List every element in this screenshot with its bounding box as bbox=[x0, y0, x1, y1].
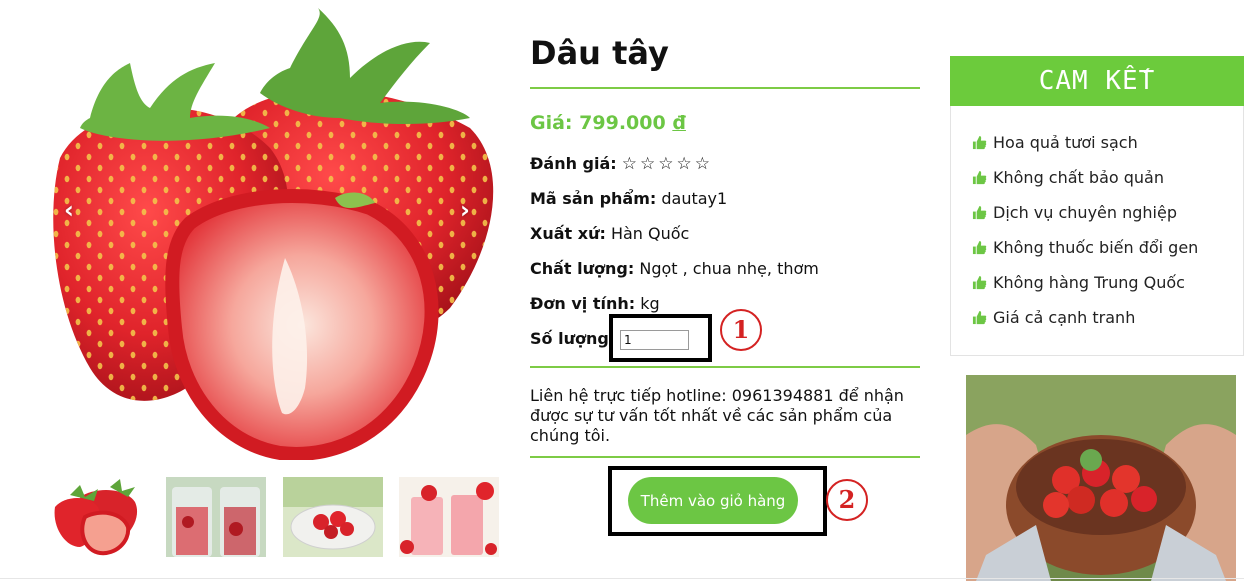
quality-row: Chất lượng: Ngọt , chua nhẹ, thơm bbox=[530, 259, 819, 278]
unit-row: Đơn vị tính: kg bbox=[530, 294, 660, 313]
annotation-box-quantity bbox=[609, 314, 712, 362]
annotation-marker-1: 1 bbox=[720, 309, 762, 351]
unit-label: Đơn vị tính: bbox=[530, 294, 636, 313]
price-label: Giá: bbox=[530, 112, 573, 134]
bottom-divider bbox=[0, 578, 1244, 579]
annotation-marker-2: 2 bbox=[826, 479, 868, 521]
thumbnail-strawberry-bowl[interactable] bbox=[283, 477, 383, 557]
rating-stars[interactable]: ☆☆☆☆☆ bbox=[622, 154, 713, 174]
unit-value: kg bbox=[640, 294, 660, 313]
quantity-divider bbox=[530, 366, 920, 368]
commitment-item: Hoa quả tươi sạch bbox=[972, 133, 1138, 152]
quantity-row: Số lượng bbox=[530, 329, 609, 348]
commitment-item: Không thuốc biến đổi gen bbox=[972, 238, 1198, 257]
rating-label: Đánh giá: bbox=[530, 154, 617, 173]
origin-label: Xuất xứ: bbox=[530, 224, 606, 243]
annotation-box-cart bbox=[608, 466, 827, 536]
price-value: 799.000 bbox=[579, 112, 666, 134]
tomato-bowl-banner[interactable] bbox=[966, 375, 1236, 581]
sku-row: Mã sản phẩm: dautay1 bbox=[530, 189, 727, 208]
commitment-item-label: Không thuốc biến đổi gen bbox=[993, 238, 1199, 257]
hotline-text: Liên hệ trực tiếp hotline: 0961394881 để… bbox=[530, 386, 904, 445]
product-title: Dâu tây bbox=[530, 34, 669, 72]
thumbnail-strip bbox=[50, 477, 500, 557]
rating-row: Đánh giá: ☆☆☆☆☆ bbox=[530, 154, 713, 174]
gallery-prev-arrow[interactable]: ‹ bbox=[64, 196, 74, 224]
commitment-title: CAM KẾT bbox=[950, 56, 1244, 106]
commitment-item-label: Hoa quả tươi sạch bbox=[993, 133, 1138, 152]
product-price: Giá: 799.000 đ bbox=[530, 112, 686, 134]
thumbs-up-icon bbox=[972, 205, 987, 220]
title-divider bbox=[530, 87, 920, 89]
gallery-next-arrow[interactable]: › bbox=[460, 196, 470, 224]
product-main-image bbox=[50, 8, 500, 460]
sku-value: dautay1 bbox=[661, 189, 728, 208]
thumbs-up-icon bbox=[972, 310, 987, 325]
commitment-item: Giá cả cạnh tranh bbox=[972, 308, 1135, 327]
quality-label: Chất lượng: bbox=[530, 259, 635, 278]
hotline-divider bbox=[530, 456, 920, 458]
sku-label: Mã sản phẩm: bbox=[530, 189, 657, 208]
commitment-item-label: Không hàng Trung Quốc bbox=[993, 273, 1185, 292]
commitment-item: Dịch vụ chuyên nghiệp bbox=[972, 203, 1177, 222]
thumbs-up-icon bbox=[972, 170, 987, 185]
commitment-item: Không chất bảo quản bbox=[972, 168, 1164, 187]
commitment-item-label: Giá cả cạnh tranh bbox=[993, 308, 1136, 327]
origin-value: Hàn Quốc bbox=[610, 224, 690, 243]
thumbnail-strawberry-drink-cups[interactable] bbox=[166, 477, 266, 557]
quality-value: Ngọt , chua nhẹ, thơm bbox=[639, 259, 819, 278]
price-currency: đ bbox=[672, 112, 686, 134]
thumbs-up-icon bbox=[972, 275, 987, 290]
commitment-item-label: Dịch vụ chuyên nghiệp bbox=[993, 203, 1177, 222]
strawberry-image bbox=[50, 8, 500, 460]
commitment-item: Không hàng Trung Quốc bbox=[972, 273, 1185, 292]
quantity-label: Số lượng bbox=[530, 329, 609, 348]
thumbnail-strawberries[interactable] bbox=[50, 477, 150, 557]
thumbs-up-icon bbox=[972, 240, 987, 255]
thumbs-up-icon bbox=[972, 135, 987, 150]
commitment-item-label: Không chất bảo quản bbox=[993, 168, 1164, 187]
origin-row: Xuất xứ: Hàn Quốc bbox=[530, 224, 689, 243]
thumbnail-strawberry-smoothie[interactable] bbox=[399, 477, 499, 557]
